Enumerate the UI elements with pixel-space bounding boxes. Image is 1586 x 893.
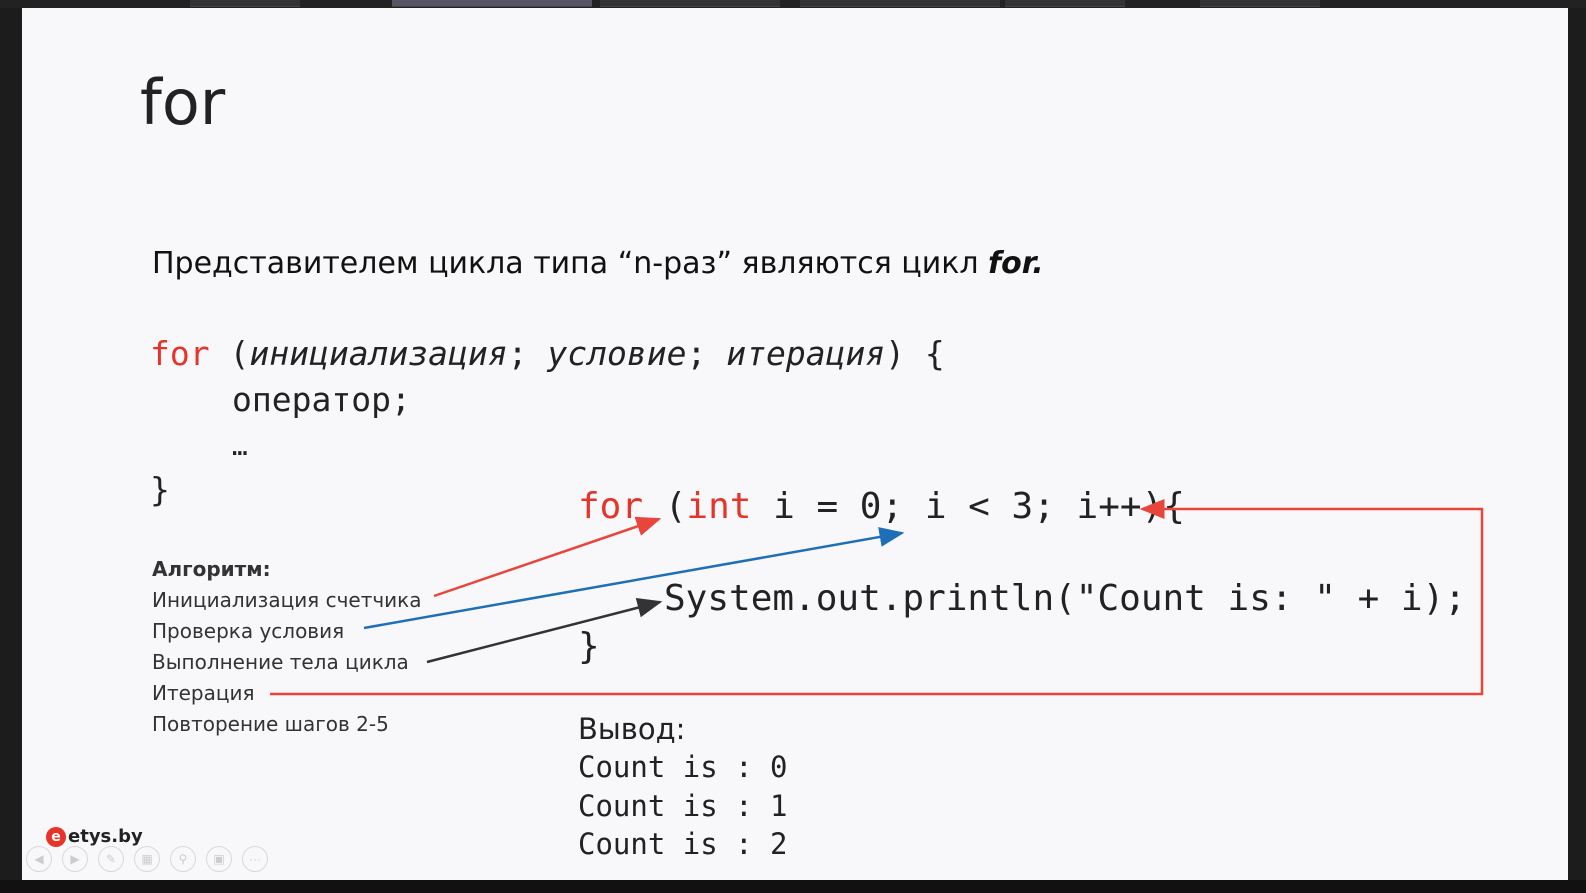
video-tab[interactable] [1005, 0, 1125, 7]
slide-controls: ◀ ▶ ✎ ▦ ⚲ ▣ ··· [26, 846, 268, 872]
logo-text: etys.by [68, 826, 143, 847]
prev-icon[interactable]: ◀ [26, 846, 52, 872]
more-icon[interactable]: ··· [242, 846, 268, 872]
video-tab-active[interactable] [392, 0, 592, 7]
next-icon[interactable]: ▶ [62, 846, 88, 872]
video-tab[interactable] [190, 0, 300, 7]
arrow-condition [363, 527, 905, 630]
video-tab[interactable] [600, 0, 780, 7]
video-tab[interactable] [800, 0, 1000, 7]
window-bottom-bar [0, 880, 1586, 893]
video-tab[interactable] [1200, 0, 1320, 7]
arrow-init [433, 516, 662, 598]
slides-icon[interactable]: ▦ [134, 846, 160, 872]
zoom-icon[interactable]: ⚲ [170, 846, 196, 872]
logo-mark: e [46, 826, 66, 847]
etys-logo: e etys.by [46, 826, 143, 847]
window-top-bar [0, 0, 1586, 8]
subtitle-icon[interactable]: ▣ [206, 846, 232, 872]
left-edge [0, 8, 22, 880]
presentation-slide: for Представителем цикла типа “n-раз” яв… [22, 8, 1568, 880]
annotation-arrows [270, 499, 1484, 696]
pen-icon[interactable]: ✎ [98, 846, 124, 872]
